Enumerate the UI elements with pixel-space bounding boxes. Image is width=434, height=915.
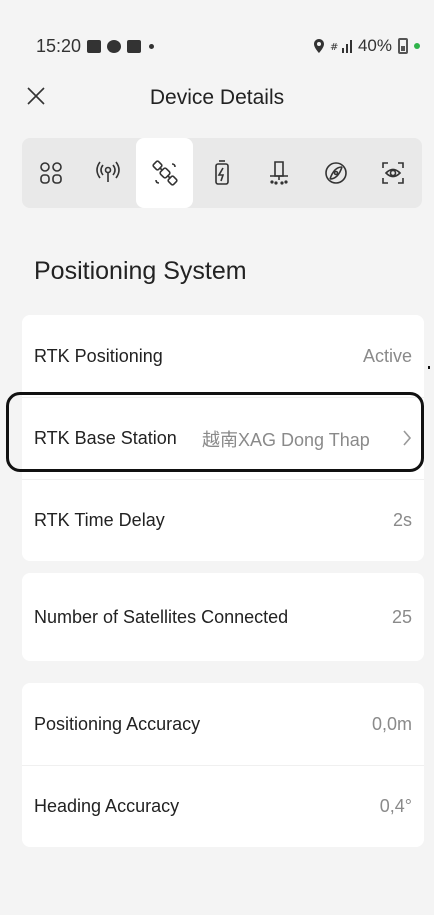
row-value: 25 bbox=[391, 606, 412, 627]
row-satellites: Number of Satellites Connected 25 bbox=[22, 573, 424, 661]
satellite-icon bbox=[152, 160, 178, 186]
media-icon bbox=[127, 40, 142, 53]
row-label: Positioning Accuracy bbox=[34, 713, 201, 734]
charging-icon bbox=[414, 43, 420, 49]
status-bar: 15:20 # 40% bbox=[0, 0, 434, 72]
satellites-card: Number of Satellites Connected 25 bbox=[22, 573, 424, 661]
page-title: Device Details bbox=[149, 86, 285, 109]
svg-text:#: # bbox=[330, 42, 338, 53]
signal-strength-icon: # bbox=[330, 40, 352, 53]
accuracy-card: Positioning Accuracy 0,0m Heading Accura… bbox=[22, 683, 424, 847]
status-time: 15:20 bbox=[36, 36, 82, 56]
sprayer-icon bbox=[270, 161, 289, 185]
row-heading-accuracy: Heading Accuracy 0,4° bbox=[22, 765, 424, 847]
status-left: 15:20 bbox=[36, 36, 155, 57]
row-rtk-base-station[interactable]: RTK Base Station 越南XAG Dong Thap bbox=[22, 397, 424, 479]
row-label: RTK Time Delay bbox=[34, 510, 165, 530]
chevron-right-icon bbox=[403, 430, 412, 446]
tab-communication[interactable] bbox=[79, 138, 136, 208]
rtk-card: RTK Positioning Active RTK Base Station … bbox=[22, 315, 424, 561]
status-right: # 40% bbox=[313, 36, 420, 56]
battery-icon bbox=[398, 38, 408, 54]
row-rtk-positioning: RTK Positioning Active bbox=[22, 315, 424, 397]
tab-battery[interactable] bbox=[193, 138, 250, 208]
battery-icon bbox=[215, 160, 229, 185]
annotation-mark bbox=[428, 366, 430, 369]
row-value: Active bbox=[362, 345, 412, 366]
row-value: 越南XAG Dong Thap bbox=[202, 429, 370, 450]
header: Device Details bbox=[0, 72, 434, 130]
tab-vision[interactable] bbox=[365, 138, 422, 208]
tab-positioning[interactable] bbox=[136, 138, 194, 208]
tab-spraying[interactable] bbox=[251, 138, 308, 208]
device-tabs bbox=[22, 138, 422, 208]
row-label: Heading Accuracy bbox=[34, 796, 180, 816]
grid-icon bbox=[39, 162, 62, 184]
row-value: 2s bbox=[392, 510, 412, 530]
row-positioning-accuracy: Positioning Accuracy 0,0m bbox=[22, 683, 424, 765]
row-value: 0,4° bbox=[379, 796, 412, 816]
row-label: RTK Positioning bbox=[34, 345, 163, 366]
location-icon bbox=[313, 39, 324, 53]
notification-dot-icon bbox=[149, 44, 155, 49]
battery-percent: 40% bbox=[357, 36, 392, 55]
section-title: Positioning System bbox=[34, 257, 247, 285]
propeller-icon bbox=[325, 162, 348, 184]
tab-overview[interactable] bbox=[22, 138, 79, 208]
tab-propulsion[interactable] bbox=[308, 138, 365, 208]
signal-icon bbox=[95, 161, 120, 182]
row-rtk-time-delay: RTK Time Delay 2s bbox=[22, 479, 424, 561]
camera-scan-icon bbox=[382, 162, 405, 184]
row-label: Number of Satellites Connected bbox=[34, 606, 289, 627]
video-icon bbox=[87, 40, 102, 53]
target-icon bbox=[107, 40, 122, 53]
row-label: RTK Base Station bbox=[34, 428, 177, 448]
row-value: 0,0m bbox=[371, 713, 412, 734]
